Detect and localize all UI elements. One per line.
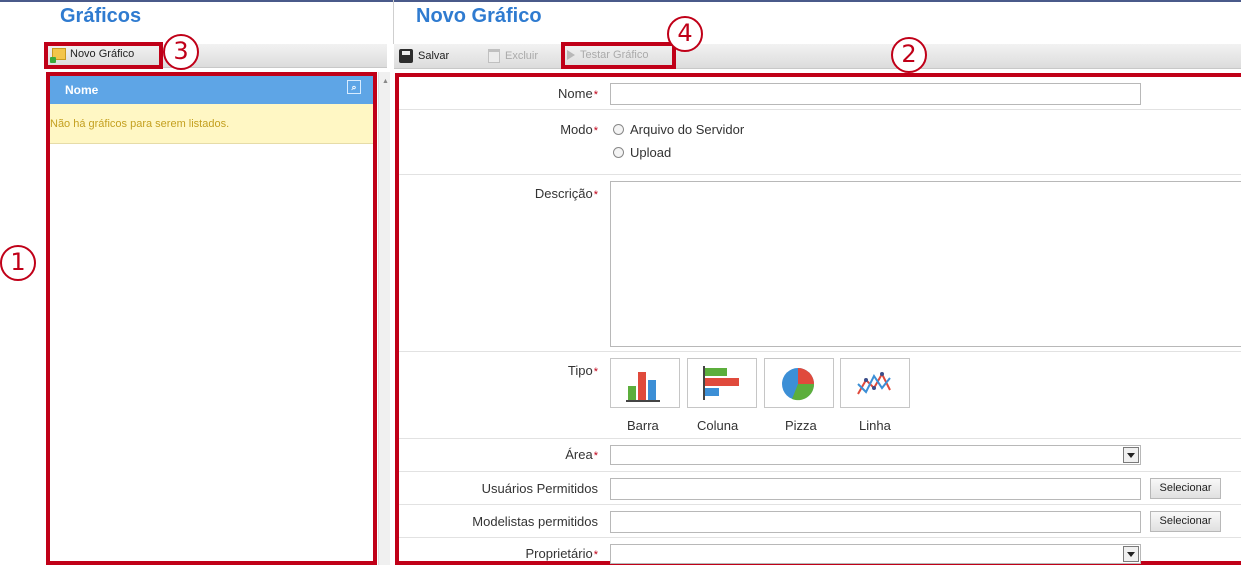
search-icon[interactable]: ⌕: [347, 80, 361, 94]
annotation-marker-2: 2: [891, 37, 927, 73]
description-label: Descrição*: [534, 186, 598, 201]
type-row: Tipo* Barra Coluna Pizza Linha: [399, 352, 1241, 439]
trash-icon: [488, 49, 500, 63]
mode-row: Modo* Arquivo do Servidor Upload: [399, 110, 1241, 175]
owner-label: Proprietário*: [525, 546, 598, 561]
description-textarea[interactable]: [610, 181, 1241, 347]
column-chart-icon: [703, 366, 739, 400]
annotation-marker-3: 3: [163, 34, 199, 70]
form-toolbar: Salvar Excluir Testar Gráfico: [394, 44, 1241, 69]
scroll-up-icon[interactable]: ▲: [382, 78, 389, 85]
type-label: Tipo*: [567, 363, 598, 378]
save-icon: [399, 49, 413, 63]
radio-server[interactable]: [613, 124, 624, 135]
delete-button[interactable]: Excluir: [488, 49, 538, 63]
top-border: [0, 0, 1241, 2]
delete-label: Excluir: [505, 50, 539, 62]
chevron-down-icon[interactable]: [1123, 546, 1139, 562]
app-root: Gráficos Novo Gráfico Nome ⌕ Não há gráf…: [0, 0, 1241, 565]
save-button[interactable]: Salvar: [399, 49, 449, 63]
description-row: Descrição*: [399, 175, 1241, 352]
empty-list-message: Não há gráficos para serem listados.: [50, 104, 373, 144]
allowed-modelers-label: Modelistas permitidos: [472, 514, 598, 529]
type-line-option[interactable]: [840, 358, 910, 408]
allowed-users-select-button[interactable]: Selecionar: [1150, 478, 1221, 499]
annotation-marker-4: 4: [667, 16, 703, 52]
radio-upload[interactable]: [613, 147, 624, 158]
type-pie-label: Pizza: [785, 418, 817, 433]
allowed-modelers-select-button[interactable]: Selecionar: [1150, 511, 1221, 532]
name-row: Nome*: [399, 77, 1241, 110]
annotation-box-3: [44, 42, 163, 69]
type-bar-label: Barra: [627, 418, 659, 433]
annotation-box-4: [561, 42, 676, 69]
allowed-users-input[interactable]: [610, 478, 1141, 500]
allowed-users-row: Usuários Permitidos Selecionar: [399, 472, 1241, 505]
allowed-modelers-input[interactable]: [610, 511, 1141, 533]
mode-option-server-label: Arquivo do Servidor: [630, 122, 745, 137]
charts-list-panel: Nome ⌕ Não há gráficos para serem listad…: [46, 72, 377, 565]
list-header-label: Nome: [65, 83, 99, 97]
line-chart-icon: [857, 371, 891, 395]
list-scrollbar[interactable]: ▲: [378, 72, 390, 565]
area-select[interactable]: [610, 445, 1141, 465]
chevron-down-icon[interactable]: [1123, 447, 1139, 463]
owner-select[interactable]: [610, 544, 1141, 564]
area-row: Área*: [399, 439, 1241, 472]
mode-label: Modo*: [560, 122, 598, 137]
panel-divider: [393, 0, 394, 44]
charts-title: Gráficos: [60, 5, 142, 27]
type-line-label: Linha: [859, 418, 891, 433]
name-label: Nome*: [558, 86, 598, 101]
name-input[interactable]: [610, 83, 1141, 105]
allowed-users-label: Usuários Permitidos: [481, 481, 598, 496]
chart-form: Nome* Modo* Arquivo do Servidor Upload D…: [395, 73, 1241, 565]
annotation-marker-1: 1: [0, 245, 36, 281]
type-column-label: Coluna: [697, 418, 739, 433]
list-header[interactable]: Nome ⌕: [50, 76, 373, 104]
pie-chart-icon: [782, 368, 815, 401]
type-pie-option[interactable]: [764, 358, 834, 408]
save-label: Salvar: [418, 50, 450, 62]
owner-row: Proprietário*: [399, 538, 1241, 565]
allowed-modelers-row: Modelistas permitidos Selecionar: [399, 505, 1241, 538]
mode-option-server[interactable]: Arquivo do Servidor: [613, 122, 744, 137]
area-label: Área*: [565, 447, 598, 462]
type-bar-option[interactable]: [610, 358, 680, 408]
bar-chart-icon: [626, 372, 660, 402]
mode-option-upload-label: Upload: [630, 145, 672, 160]
type-column-option[interactable]: [687, 358, 757, 408]
form-title: Novo Gráfico: [416, 5, 542, 27]
mode-option-upload[interactable]: Upload: [613, 145, 671, 160]
